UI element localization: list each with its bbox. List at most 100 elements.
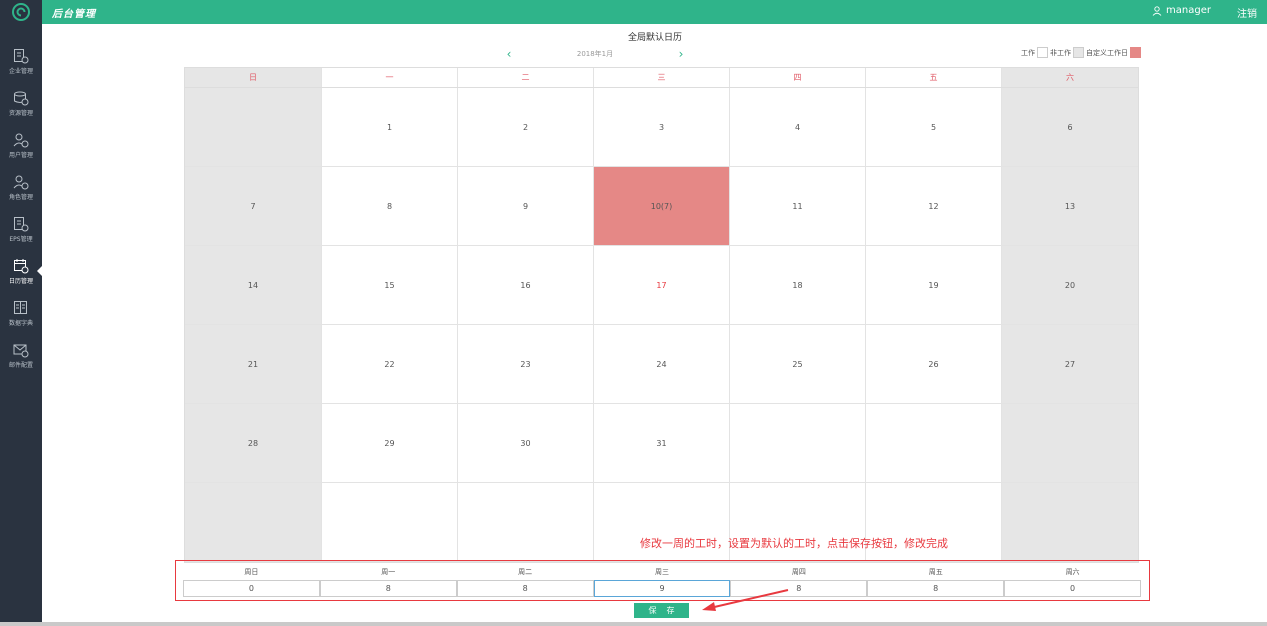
hours-input-tue[interactable]	[456, 580, 594, 597]
weekday-tue: 二	[458, 68, 594, 87]
next-month-button[interactable]: ›	[672, 47, 690, 61]
hours-label-thu: 周四	[791, 568, 806, 576]
day-cell[interactable]: 31	[594, 404, 730, 483]
sidebar-item-label: 角色管理	[8, 194, 33, 201]
day-cell[interactable]	[185, 88, 322, 167]
sidebar-item-label: 数据字典	[8, 320, 33, 327]
day-cell[interactable]: 20	[1002, 246, 1138, 325]
day-cell[interactable]: 29	[322, 404, 458, 483]
day-cell[interactable]: 21	[185, 325, 322, 404]
hours-input-sun[interactable]	[183, 580, 320, 597]
hours-input-mon[interactable]	[319, 580, 457, 597]
calendar-legend: 工作 非工作 自定义工作日	[1021, 47, 1141, 58]
sidebar-item-label: 日历管理	[8, 278, 33, 285]
mail-icon	[13, 344, 29, 358]
weekday-mon: 一	[322, 68, 458, 87]
sidebar-item-label: EPS管理	[9, 236, 33, 243]
current-month: 2018年1月	[576, 50, 614, 58]
legend-work-label: 工作	[1021, 48, 1035, 57]
day-cell[interactable]: 26	[866, 325, 1002, 404]
day-cell[interactable]: 19	[866, 246, 1002, 325]
day-cell-empty	[1002, 404, 1138, 483]
day-cell[interactable]: 6	[1002, 88, 1138, 167]
day-cell[interactable]: 25	[730, 325, 866, 404]
day-cell[interactable]: 8	[322, 167, 458, 246]
day-cell-empty	[458, 483, 594, 562]
weekday-sun: 日	[185, 68, 322, 87]
app-title: 后台管理	[52, 9, 96, 20]
save-button[interactable]: 保存	[634, 603, 689, 618]
logout-link[interactable]: 注销	[1237, 5, 1257, 20]
bottom-scrollbar	[0, 622, 1267, 626]
day-cell[interactable]: 7	[185, 167, 322, 246]
sidebar-item-enterprise[interactable]: 企业管理	[0, 48, 42, 88]
hours-label-sat: 周六	[1065, 568, 1080, 576]
sidebar-item-label: 邮件配置	[8, 362, 33, 369]
sidebar-item-roles[interactable]: 角色管理	[0, 174, 42, 214]
top-bar: 后台管理 manager 注销	[0, 0, 1267, 24]
legend-nonwork-label: 非工作	[1050, 48, 1071, 57]
day-cell[interactable]: 28	[185, 404, 322, 483]
day-cell[interactable]: 4	[730, 88, 866, 167]
day-cell[interactable]: 9	[458, 167, 594, 246]
calendar-title: 全局默认日历	[627, 33, 682, 43]
legend-nonwork-swatch	[1073, 47, 1084, 58]
day-cell[interactable]: 5	[866, 88, 1002, 167]
day-cell-empty	[322, 483, 458, 562]
sidebar-item-eps[interactable]: EPS管理	[0, 216, 42, 256]
day-cell[interactable]: 24	[594, 325, 730, 404]
hours-label-mon: 周一	[381, 568, 396, 576]
sidebar: 企业管理 资源管理 用户管理 角色管理 EPS管理 日历管理 数据字典 邮件配置	[0, 24, 42, 626]
day-cell[interactable]: 22	[322, 325, 458, 404]
prev-month-button[interactable]: ‹	[500, 47, 518, 61]
role-icon	[13, 175, 29, 190]
sidebar-item-label: 企业管理	[8, 68, 33, 75]
weekly-hours-inputs	[183, 580, 1141, 597]
day-cell[interactable]: 13	[1002, 167, 1138, 246]
day-cell[interactable]: 23	[458, 325, 594, 404]
day-cell-today[interactable]: 17	[594, 246, 730, 325]
day-cell[interactable]: 14	[185, 246, 322, 325]
day-cell[interactable]: 11	[730, 167, 866, 246]
legend-custom-swatch	[1130, 47, 1141, 58]
day-cell-empty	[730, 404, 866, 483]
user-icon	[1152, 5, 1162, 16]
day-cell[interactable]: 1	[322, 88, 458, 167]
day-cell[interactable]: 30	[458, 404, 594, 483]
hours-input-sat[interactable]	[1004, 580, 1141, 597]
hours-label-wed: 周三	[654, 568, 669, 576]
hours-label-fri: 周五	[928, 568, 943, 576]
sidebar-item-users[interactable]: 用户管理	[0, 132, 42, 172]
legend-custom-label: 自定义工作日	[1086, 48, 1128, 57]
user-menu[interactable]: manager	[1152, 5, 1211, 16]
sidebar-item-dictionary[interactable]: 数据字典	[0, 300, 42, 340]
month-navigator: ‹ 2018年1月 ›	[500, 47, 690, 61]
day-cell[interactable]: 15	[322, 246, 458, 325]
active-indicator	[37, 266, 42, 276]
day-cell[interactable]: 2	[458, 88, 594, 167]
eps-icon	[14, 217, 29, 232]
sidebar-item-label: 资源管理	[8, 110, 33, 117]
weekly-hours-panel: 周日 周一 周二 周三 周四 周五 周六	[175, 560, 1150, 601]
day-cell[interactable]: 12	[866, 167, 1002, 246]
sidebar-item-resource[interactable]: 资源管理	[0, 90, 42, 130]
dictionary-icon	[14, 301, 27, 314]
sidebar-item-label: 用户管理	[8, 152, 33, 159]
hours-input-fri[interactable]	[867, 580, 1005, 597]
day-cell[interactable]: 18	[730, 246, 866, 325]
logo	[0, 0, 42, 24]
day-cell-custom[interactable]: 10(7)	[594, 167, 730, 246]
weekday-fri: 五	[866, 68, 1002, 87]
hours-label-tue: 周二	[518, 568, 533, 576]
user-name: manager	[1166, 5, 1211, 16]
day-cell[interactable]: 3	[594, 88, 730, 167]
day-cell-empty	[866, 404, 1002, 483]
enterprise-icon	[14, 49, 29, 64]
calendar-grid: 日 一 二 三 四 五 六 1 2 3 4 5 6 7 8 9 10(7) 11…	[184, 67, 1139, 563]
sidebar-item-mail[interactable]: 邮件配置	[0, 342, 42, 382]
day-cell-empty	[1002, 483, 1138, 562]
day-cell[interactable]: 16	[458, 246, 594, 325]
sidebar-item-calendar[interactable]: 日历管理	[0, 258, 42, 298]
day-cell[interactable]: 27	[1002, 325, 1138, 404]
annotation-arrow-icon	[702, 589, 789, 611]
